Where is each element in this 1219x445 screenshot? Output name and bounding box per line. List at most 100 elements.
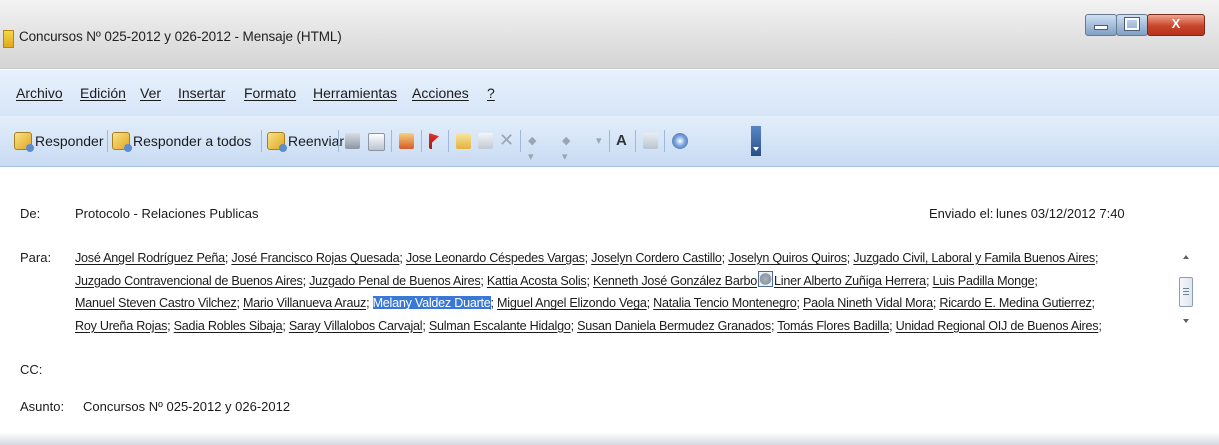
recipient-link[interactable]: Mario Villanueva Arauz <box>243 296 366 310</box>
menu-ver[interactable]: Ver <box>140 85 161 101</box>
recipient-line: Roy Ureña Rojas; Sadia Robles Sibaja; Sa… <box>75 318 1102 333</box>
grip-line <box>1183 288 1189 289</box>
recipient-link[interactable]: Manuel Steven Castro Vilchez <box>75 296 237 310</box>
recipient-line: José Angel Rodríguez Peña; José Francisc… <box>75 251 1099 265</box>
toolbar-separator <box>609 130 610 152</box>
subject-label: Asunto: <box>20 399 65 414</box>
minimize-icon <box>1094 25 1108 30</box>
menu-archivo[interactable]: Archivo <box>16 85 63 101</box>
scroll-up-arrow-icon[interactable] <box>1183 255 1189 259</box>
previous-icon[interactable]: ◆ ▾ <box>528 133 543 163</box>
contact-icon[interactable] <box>456 133 471 149</box>
from-label: De: <box>20 206 41 221</box>
menu-formato[interactable]: Formato <box>244 85 296 101</box>
forward-button[interactable]: Reenviar <box>267 129 344 153</box>
toolbar-overflow-chevron[interactable] <box>751 126 761 156</box>
recipient-link[interactable]: Ricardo E. Medina Gutierrez <box>939 296 1091 310</box>
minimize-button[interactable] <box>1085 14 1117 36</box>
reply-all-label: Responder a todos <box>133 133 252 149</box>
reply-all-icon <box>112 132 132 152</box>
to-label: Para: <box>20 250 52 265</box>
recipients-scrollbar[interactable] <box>1176 247 1198 352</box>
recipient-link[interactable]: Joselyn Cordero Castillo <box>591 251 722 265</box>
menu-bar: Archivo Edición Ver Insertar Formato Her… <box>0 70 1219 116</box>
flag-icon[interactable] <box>429 133 439 149</box>
recipient-link[interactable]: Unidad Regional OIJ de Buenos Aires <box>896 319 1099 333</box>
standard-toolbar: Responder Responder a todos Reenviar ✕ ◆… <box>0 116 1219 167</box>
close-icon: X <box>1171 16 1181 31</box>
recipient-link[interactable]: Natalia Tencio Montenegro <box>653 296 797 310</box>
recipient-link[interactable]: Saray Villalobos Carvajal <box>289 319 423 333</box>
copy-icon[interactable] <box>368 133 385 151</box>
toolbar-separator <box>421 130 422 152</box>
recipient-link[interactable]: Juzgado Contravencional de Buenos Aires <box>75 274 303 288</box>
forward-label: Reenviar <box>288 133 345 149</box>
recipient-link[interactable]: Susan Daniela Bermudez Granados <box>577 319 771 333</box>
recipient-link[interactable]: José Angel Rodríguez Peña <box>75 251 225 265</box>
recipient-link[interactable]: Roy Ureña Rojas <box>75 319 167 333</box>
grip-line <box>1183 294 1189 295</box>
to-recipients-list: José Angel Rodríguez Peña; José Francisc… <box>75 247 1160 357</box>
move-icon[interactable] <box>399 133 414 149</box>
toolbar-separator <box>448 130 449 152</box>
presence-status-icon[interactable] <box>758 270 774 287</box>
reply-label: Responder <box>35 133 104 149</box>
recipient-link[interactable]: Juzgado Civil, Laboral y Famila Buenos A… <box>853 251 1095 265</box>
grip-line <box>1183 291 1189 292</box>
toolbar-separator <box>664 130 665 152</box>
note-icon[interactable] <box>478 133 493 149</box>
next-icon[interactable]: ◆ ▾ <box>562 133 577 163</box>
recipient-line: Juzgado Contravencional de Buenos Aires;… <box>75 270 1160 293</box>
window-bottom-edge <box>0 432 1219 445</box>
window-title: Concursos Nº 025-2012 y 026-2012 - Mensa… <box>19 29 342 44</box>
toolbar-separator <box>391 130 392 152</box>
menu-edicion[interactable]: Edición <box>80 85 126 101</box>
help-icon[interactable] <box>672 133 688 149</box>
message-window: Concursos Nº 025-2012 y 026-2012 - Mensa… <box>0 0 1219 445</box>
recipient-link[interactable]: Juzgado Penal de Buenos Aires <box>309 274 481 288</box>
close-button[interactable]: X <box>1147 14 1205 36</box>
sent-value: lunes 03/12/2012 7:40 <box>996 206 1125 221</box>
recipient-link[interactable]: Jose Leonardo Céspedes Vargas <box>406 251 585 265</box>
toolbar-separator <box>520 130 521 152</box>
recipient-link[interactable]: Sulman Escalante Hidalgo <box>429 319 571 333</box>
toolbar-separator <box>261 130 262 152</box>
toolbar-separator <box>635 130 636 152</box>
recipient-link[interactable]: Liner Alberto Zuñiga Herrera <box>774 274 926 288</box>
maximize-button[interactable] <box>1116 14 1148 36</box>
forward-icon <box>267 132 287 152</box>
message-window-icon <box>3 30 14 48</box>
sent-label: Enviado el: <box>929 206 994 221</box>
recipient-link[interactable]: Sadia Robles Sibaja <box>174 319 283 333</box>
recipient-link[interactable]: Luis Padilla Monge <box>932 274 1034 288</box>
menu-acciones[interactable]: Acciones <box>412 85 469 101</box>
reply-icon <box>14 132 34 152</box>
toolbar-separator <box>338 130 339 152</box>
recipient-link[interactable]: Paola Nineth Vidal Mora <box>803 296 933 310</box>
from-value[interactable]: Protocolo - Relaciones Publicas <box>75 206 259 221</box>
recipient-link-selected[interactable]: Melany Valdez Duarte <box>372 296 491 311</box>
recipient-link[interactable]: Tomás Flores Badilla <box>777 319 889 333</box>
cc-label: CC: <box>20 362 43 377</box>
reply-button[interactable]: Responder <box>14 129 104 153</box>
scroll-down-arrow-icon[interactable] <box>1183 319 1189 323</box>
recipient-link[interactable]: Kattia Acosta Solis <box>487 274 587 288</box>
maximize-icon <box>1124 17 1140 31</box>
recipient-link[interactable]: Miguel Angel Elizondo Vega <box>497 296 647 310</box>
recipient-link[interactable]: Kenneth José González Barbo <box>593 274 757 288</box>
recipient-line: Manuel Steven Castro Vilchez; Mario Vill… <box>75 296 1095 311</box>
menu-herramientas[interactable]: Herramientas <box>313 85 397 101</box>
title-bar[interactable]: Concursos Nº 025-2012 y 026-2012 - Mensa… <box>0 0 1219 69</box>
address-book-icon[interactable] <box>643 133 658 149</box>
toolbar-separator <box>107 130 108 152</box>
recipient-link[interactable]: Joselyn Quiros Quiros <box>728 251 847 265</box>
menu-insertar[interactable]: Insertar <box>178 85 225 101</box>
font-size-icon[interactable]: A <box>616 133 631 149</box>
scrollbar-thumb[interactable] <box>1179 277 1193 307</box>
print-icon[interactable] <box>345 133 360 149</box>
delete-icon[interactable]: ✕ <box>499 131 514 149</box>
menu-help[interactable]: ? <box>487 85 495 101</box>
message-header: De: Protocolo - Relaciones Publicas Envi… <box>0 167 1219 445</box>
recipient-link[interactable]: José Francisco Rojas Quesada <box>231 251 399 265</box>
reply-all-button[interactable]: Responder a todos <box>112 129 251 153</box>
